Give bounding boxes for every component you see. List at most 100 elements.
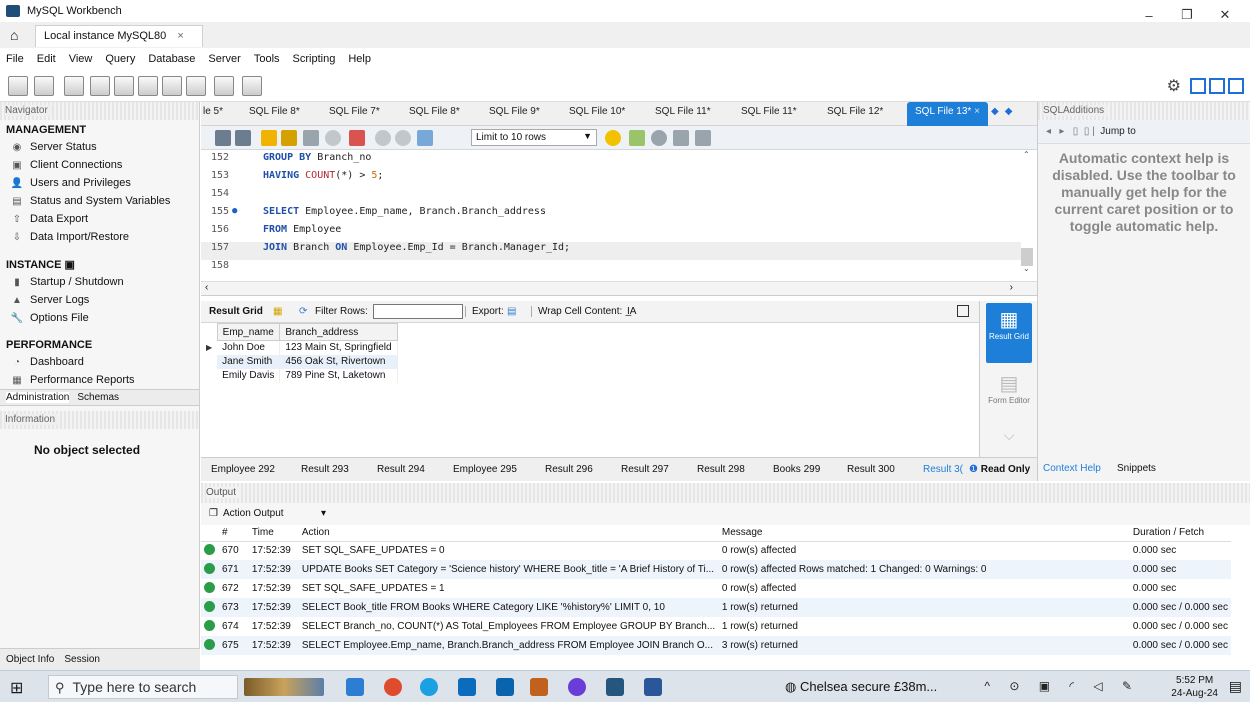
table-row[interactable]: 670 17:52:39 SET SQL_SAFE_UPDATES = 0 0 row…: [201, 541, 1231, 560]
nav-server-logs[interactable]: ▲ Server Logs: [0, 291, 199, 309]
result-tab[interactable]: Result 300: [847, 464, 895, 475]
tab-sql-file[interactable]: SQL File 11*: [655, 106, 711, 117]
chrome-icon[interactable]: [384, 678, 402, 696]
filter-rows-input[interactable]: [373, 304, 463, 319]
sql-code-editor[interactable]: 152 GROUP BY Branch_no 153 HAVING COUNT(*) …: [201, 150, 1037, 296]
table-row[interactable]: 675 17:52:39 SELECT Employee.Emp_name, Bra…: [201, 636, 1231, 655]
tab-sql-file[interactable]: SQL File 9*: [489, 106, 540, 117]
form-editor-button[interactable]: ▤ Form Editor: [986, 369, 1032, 425]
connection-tab[interactable]: Local instance MySQL80 ×: [35, 25, 203, 47]
tab-context-help[interactable]: Context Help: [1043, 463, 1101, 474]
table-row[interactable]: 674 17:52:39 SELECT Branch_no, COUNT(*) AS…: [201, 617, 1231, 636]
result-tab[interactable]: Result 297: [621, 464, 669, 475]
menu-query[interactable]: Query: [105, 53, 135, 65]
menu-database[interactable]: Database: [148, 53, 195, 65]
tab-sql-file[interactable]: SQL File 10*: [569, 106, 625, 117]
toggle-panel-icon[interactable]: [957, 305, 969, 317]
result-tab[interactable]: Result 293: [301, 464, 349, 475]
reconnect-icon[interactable]: [242, 76, 262, 96]
result-grid-button[interactable]: ▦ Result Grid: [986, 303, 1032, 363]
news-widget[interactable]: ◍ Chelsea secure £38m...: [785, 679, 937, 695]
tab-sql-file[interactable]: SQL File 12*: [827, 106, 883, 117]
app-icon[interactable]: [530, 678, 548, 696]
editor-horizontal-scrollbar[interactable]: ‹ ›: [201, 281, 1037, 295]
output-type-select[interactable]: ❐ Action Output ▾: [201, 503, 1250, 525]
tab-scroll-arrows-icon[interactable]: ◆◆: [991, 106, 1018, 117]
tab-administration[interactable]: Administration: [6, 392, 70, 403]
table-row[interactable]: Emily Davis 789 Pine St, Laketown: [201, 368, 398, 383]
code-line[interactable]: 157 JOIN Branch ON Employee.Emp_Id = Bran…: [201, 242, 1021, 260]
nav-dashboard[interactable]: ◔ Dashboard: [0, 353, 199, 371]
table-row[interactable]: 672 17:52:39 SET SQL_SAFE_UPDATES = 1 0 row…: [201, 579, 1231, 598]
taskbar-search-box[interactable]: ⚲ Type here to search: [48, 675, 238, 699]
beautify-icon[interactable]: [629, 130, 645, 146]
tab-sql-file[interactable]: SQL File 7*: [329, 106, 380, 117]
chevron-down-icon[interactable]: ⌵: [986, 427, 1032, 444]
code-line[interactable]: 155 ● SELECT Employee.Emp_name, Branch.Bra…: [201, 206, 1021, 224]
create-function-icon[interactable]: [186, 76, 206, 96]
inspector-icon[interactable]: [64, 76, 84, 96]
code-line[interactable]: 152 GROUP BY Branch_no: [201, 152, 1021, 170]
menu-help[interactable]: Help: [348, 53, 371, 65]
tab-sql-file[interactable]: SQL File 11*: [741, 106, 797, 117]
result-grid[interactable]: Emp_name Branch_address ▶ John Doe 123 Mai…: [201, 323, 979, 457]
mysql-workbench-taskbar-icon[interactable]: [606, 678, 624, 696]
table-row[interactable]: 673 17:52:39 SELECT Book_title FROM Books …: [201, 598, 1231, 617]
stop-icon[interactable]: [325, 130, 341, 146]
table-row[interactable]: Jane Smith 456 Oak St, Rivertown: [201, 354, 398, 369]
result-tab[interactable]: Result 296: [545, 464, 593, 475]
create-procedure-icon[interactable]: [162, 76, 182, 96]
result-tab[interactable]: Employee 292: [211, 464, 275, 475]
jump-to-label[interactable]: Jump to: [1100, 126, 1136, 137]
gear-icon[interactable]: ⚙: [1167, 76, 1181, 96]
nav-server-status[interactable]: ◉ Server Status: [0, 138, 199, 156]
nav-status-variables[interactable]: ▤ Status and System Variables: [0, 192, 199, 210]
grid-icon[interactable]: ▦: [273, 306, 282, 317]
nav-data-export[interactable]: ⇧ Data Export: [0, 210, 199, 228]
table-row[interactable]: 671 17:52:39 UPDATE Books SET Category = '…: [201, 560, 1231, 579]
tab-sql-file[interactable]: SQL File 8*: [249, 106, 300, 117]
nav-options-file[interactable]: 🔧 Options File: [0, 309, 199, 327]
open-sql-script-icon[interactable]: [34, 76, 54, 96]
toggle-left-panel-icon[interactable]: [1190, 78, 1206, 94]
wrap-lines-icon[interactable]: [695, 130, 711, 146]
store-icon[interactable]: [458, 678, 476, 696]
tab-session[interactable]: Session: [64, 654, 100, 665]
manual-help-icon[interactable]: ▯: [1073, 126, 1079, 137]
open-file-icon[interactable]: [215, 130, 231, 146]
code-line[interactable]: 156 FROM Employee: [201, 224, 1021, 242]
word-icon[interactable]: [644, 678, 662, 696]
nav-users-privileges[interactable]: 👤 Users and Privileges: [0, 174, 199, 192]
forward-icon[interactable]: ▸: [1059, 126, 1064, 137]
auto-help-icon[interactable]: ▯: [1084, 126, 1090, 137]
column-header[interactable]: Emp_name: [216, 323, 281, 341]
table-row[interactable]: ▶ John Doe 123 Main St, Springfield: [201, 340, 398, 355]
menu-scripting[interactable]: Scripting: [293, 53, 336, 65]
tab-snippets[interactable]: Snippets: [1117, 463, 1156, 474]
menu-tools[interactable]: Tools: [254, 53, 280, 65]
invisible-chars-icon[interactable]: [673, 130, 689, 146]
result-grid-label[interactable]: Result Grid: [209, 306, 263, 317]
new-sql-tab-icon[interactable]: [8, 76, 28, 96]
execute-icon[interactable]: [261, 130, 277, 146]
tab-sql-file[interactable]: SQL File 8*: [409, 106, 460, 117]
notifications-icon[interactable]: ▤: [1229, 678, 1242, 695]
toggle-continue-on-error-icon[interactable]: [349, 130, 365, 146]
explain-icon[interactable]: [303, 130, 319, 146]
editor-vertical-scrollbar[interactable]: ⌃ ⌄: [1021, 150, 1033, 278]
toggle-bottom-panel-icon[interactable]: [1209, 78, 1225, 94]
result-tab[interactable]: Result 298: [697, 464, 745, 475]
result-tab-active[interactable]: Result 3(: [923, 464, 963, 475]
close-tab-icon[interactable]: ×: [974, 106, 980, 117]
nav-performance-reports[interactable]: ▦ Performance Reports: [0, 371, 199, 389]
wrap-cell-icon[interactable]: I̲A: [627, 306, 636, 317]
home-icon[interactable]: ⌂: [10, 27, 18, 43]
nav-client-connections[interactable]: ▣ Client Connections: [0, 156, 199, 174]
menu-server[interactable]: Server: [208, 53, 240, 65]
code-line[interactable]: 153 HAVING COUNT(*) > 5;: [201, 170, 1021, 188]
tab-object-info[interactable]: Object Info: [6, 654, 54, 665]
close-tab-icon[interactable]: ×: [177, 30, 183, 42]
execute-current-icon[interactable]: [281, 130, 297, 146]
widget-image-icon[interactable]: [244, 678, 324, 696]
limit-rows-select[interactable]: Limit to 10 rows ▼: [471, 129, 597, 146]
